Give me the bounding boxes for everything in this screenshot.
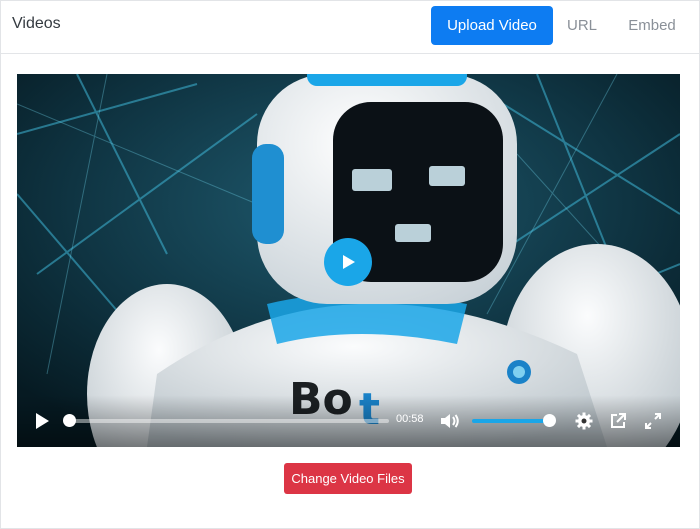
video-player[interactable]: Bo t 00:58 [17,74,680,447]
popout-button[interactable] [609,412,627,430]
play-icon [343,255,355,269]
mute-button[interactable] [440,412,460,430]
settings-button[interactable] [575,412,593,430]
volume-handle[interactable] [543,414,556,427]
gear-icon [575,412,593,430]
volume-icon [441,414,459,428]
tab-embed[interactable]: Embed [619,6,685,45]
panel-header: Videos Upload Video URL Embed [1,1,699,54]
panel-title: Videos [12,15,61,32]
current-time: 00:58 [396,413,424,425]
play-overlay-button[interactable] [324,238,372,286]
change-video-files-button[interactable]: Change Video Files [284,463,412,494]
volume-slider[interactable] [472,419,552,423]
external-link-icon [611,413,626,428]
play-button[interactable] [33,412,51,430]
progress-bar[interactable] [69,419,389,423]
video-panel: Videos Upload Video URL Embed 00:58 Chan… [0,0,700,529]
progress-handle[interactable] [63,414,76,427]
fullscreen-button[interactable] [644,412,662,430]
play-icon [36,413,49,429]
tab-url[interactable]: URL [559,6,605,45]
fullscreen-icon [645,413,661,429]
tab-upload-video[interactable]: Upload Video [431,6,553,45]
